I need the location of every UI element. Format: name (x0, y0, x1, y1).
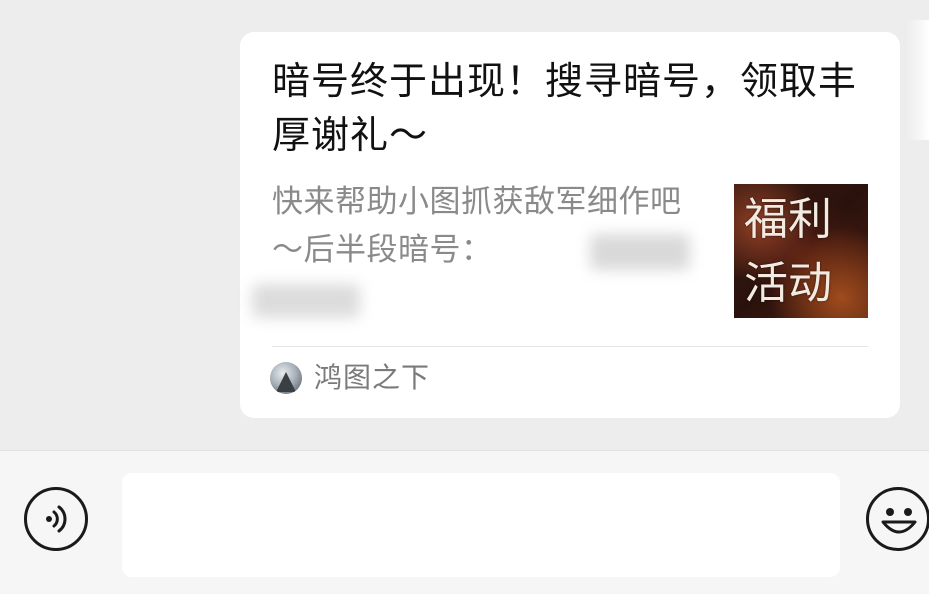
article-title: 暗号终于出现！搜寻暗号，领取丰厚谢礼～ (272, 59, 858, 157)
voice-icon (46, 505, 67, 533)
article-thumbnail: 福利 活动 (734, 184, 868, 318)
card-divider (272, 346, 868, 347)
source-avatar (270, 362, 302, 394)
shared-article-card[interactable]: 暗号终于出现！搜寻暗号，领取丰厚谢礼～ 快来帮助小图抓获敌军细作吧～后半段暗号：… (240, 32, 900, 418)
emoji-icon (881, 508, 917, 534)
voice-input-button[interactable] (24, 487, 88, 551)
emoji-button[interactable] (866, 487, 929, 551)
message-input[interactable] (122, 473, 840, 577)
thumbnail-text-line1: 福利 (744, 194, 832, 245)
chat-message-area: 暗号终于出现！搜寻暗号，领取丰厚谢礼～ 快来帮助小图抓获敌军细作吧～后半段暗号：… (0, 0, 929, 450)
adjacent-bubble-edge (906, 20, 929, 140)
chat-input-bar (0, 450, 929, 594)
blurred-code-region-2 (252, 284, 360, 318)
thumbnail-text-line2: 活动 (744, 258, 832, 309)
blurred-code-region (590, 234, 690, 270)
source-account-name: 鸿图之下 (314, 361, 431, 394)
